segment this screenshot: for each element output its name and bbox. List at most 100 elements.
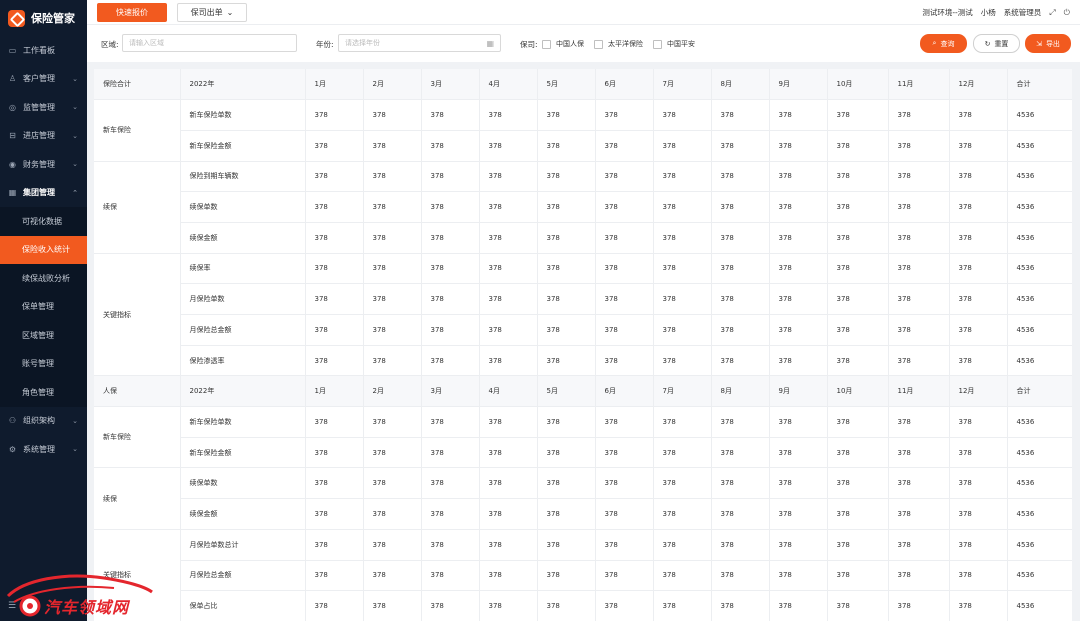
- cell-value: 378: [595, 191, 654, 223]
- cell-value: 378: [363, 191, 422, 223]
- cell-value: 378: [888, 529, 950, 561]
- cell-value: 378: [421, 253, 480, 285]
- sidebar-item-org[interactable]: ⚇ 组织架构 ⌄: [0, 407, 87, 436]
- cell-value: 378: [537, 345, 596, 377]
- cell-total: 4536: [1007, 467, 1072, 500]
- metric-label: 续保单数: [180, 467, 306, 500]
- month-header: 12月: [949, 375, 1008, 408]
- cell-total: 4536: [1007, 283, 1072, 315]
- cell-value: 378: [653, 406, 712, 438]
- metric-label: 月保险总金额: [180, 314, 306, 346]
- sidebar-subitem[interactable]: 保单管理: [0, 292, 87, 321]
- cell-value: 378: [949, 498, 1008, 530]
- quick-quote-button[interactable]: 快速报价: [97, 3, 167, 22]
- cell-value: 378: [827, 130, 889, 162]
- cell-value: 378: [595, 498, 654, 530]
- month-header: 9月: [769, 375, 828, 408]
- cell-value: 378: [769, 130, 828, 162]
- logout-icon[interactable]: ⏻: [1064, 8, 1070, 18]
- region-input[interactable]: 请输入区域: [122, 34, 297, 52]
- sidebar-subitem[interactable]: 角色管理: [0, 378, 87, 407]
- export-button[interactable]: ⇲ 导出: [1025, 34, 1071, 53]
- sidebar-subitem[interactable]: 保险收入统计: [0, 235, 87, 264]
- app-logo[interactable]: 保险管家: [0, 0, 87, 36]
- sidebar-item-group[interactable]: ▦ 集团管理 ⌃: [0, 179, 87, 208]
- cell-value: 378: [305, 161, 364, 193]
- policy-issue-dropdown[interactable]: 保司出单 ⌄: [177, 3, 247, 22]
- sidebar-item-customer[interactable]: ♙ 客户管理 ⌄: [0, 65, 87, 94]
- cell-value: 378: [949, 590, 1008, 621]
- cell-value: 378: [595, 590, 654, 621]
- sidebar-item-store[interactable]: ⊟ 进店管理 ⌄: [0, 122, 87, 151]
- metric-label: 月保险单数总计: [180, 529, 306, 561]
- reset-button[interactable]: ↻ 重置: [973, 34, 1020, 53]
- cell-value: 378: [421, 345, 480, 377]
- month-header: 合计: [1007, 69, 1072, 101]
- cell-value: 378: [653, 467, 712, 500]
- cell-value: 378: [711, 345, 770, 377]
- sidebar-item-finance[interactable]: ◉ 财务管理 ⌄: [0, 150, 87, 179]
- year-picker[interactable]: 请选择年份 ▦: [338, 34, 501, 52]
- cell-value: 378: [769, 437, 828, 469]
- sidebar-subitem[interactable]: 可视化数据: [0, 207, 87, 236]
- sidebar-subitem[interactable]: 账号管理: [0, 349, 87, 378]
- cell-value: 378: [827, 498, 889, 530]
- cell-value: 378: [479, 345, 538, 377]
- sidebar-item-label: 进店管理: [23, 131, 55, 141]
- group-label: 续保: [94, 467, 181, 530]
- query-button[interactable]: ⌕ 查询: [920, 34, 967, 53]
- table-row: 续保 续保单数 378 378 378 378 378 378 378 378 378 378 378 3…: [94, 467, 1072, 530]
- month-header: 3月: [421, 69, 480, 101]
- month-header: 2月: [363, 69, 422, 101]
- sidebar-item-monitor[interactable]: ◎ 监管管理 ⌄: [0, 93, 87, 122]
- cell-value: 378: [595, 253, 654, 285]
- cell-value: 378: [827, 283, 889, 315]
- cell-value: 378: [305, 467, 364, 500]
- cell-value: 378: [479, 437, 538, 469]
- cell-value: 378: [537, 99, 596, 131]
- cell-value: 378: [305, 529, 364, 561]
- metric-label: 续保金额: [180, 498, 306, 530]
- cell-value: 378: [653, 529, 712, 561]
- cell-value: 378: [711, 560, 770, 592]
- user-name[interactable]: 小杨: [981, 7, 996, 18]
- table-row: 月保险总金额 378 378 378 378 378 378 378 378 378 378 378 3…: [94, 560, 1072, 592]
- cell-value: 378: [479, 283, 538, 315]
- cell-value: 378: [827, 99, 889, 131]
- sidebar-subitem[interactable]: 续保战败分析: [0, 264, 87, 293]
- cell-value: 378: [421, 130, 480, 162]
- cell-total: 4536: [1007, 222, 1072, 254]
- cell-value: 378: [595, 222, 654, 254]
- cell-value: 378: [949, 283, 1008, 315]
- fullscreen-icon[interactable]: ⤢: [1049, 8, 1055, 18]
- cell-value: 378: [711, 161, 770, 193]
- sidebar-item-system[interactable]: ⚙ 系统管理 ⌄: [0, 435, 87, 464]
- cell-value: 378: [711, 314, 770, 346]
- cell-value: 378: [595, 345, 654, 377]
- chevron-down-icon: ⌄: [72, 131, 78, 140]
- cell-value: 378: [827, 191, 889, 223]
- cell-value: 378: [949, 222, 1008, 254]
- cell-value: 378: [595, 130, 654, 162]
- metric-label: 新车保险金额: [180, 130, 306, 162]
- watermark-logo: 汽车领域网: [4, 566, 154, 621]
- sidebar-item-label: 集团管理: [23, 188, 55, 198]
- cell-value: 378: [537, 560, 596, 592]
- sidebar-item-dashboard[interactable]: ▭ 工作看板: [0, 36, 87, 65]
- month-header: 2月: [363, 375, 422, 408]
- section-year: 2022年: [180, 69, 306, 101]
- cell-value: 378: [479, 560, 538, 592]
- sidebar-subitem[interactable]: 区域管理: [0, 321, 87, 350]
- insurer-checkbox-picc[interactable]: 中国人保: [542, 39, 584, 49]
- cell-value: 378: [479, 161, 538, 193]
- insurer-checkbox-pingan[interactable]: 中国平安: [653, 39, 695, 49]
- cell-value: 378: [305, 99, 364, 131]
- cell-value: 378: [711, 590, 770, 621]
- sidebar-item-label: 监管管理: [23, 102, 55, 112]
- insurer-checkbox-cpic[interactable]: 太平洋保险: [594, 39, 643, 49]
- table-header-row: 保险合计 2022年 1月 2月 3月 4月 5月 6月 7月 8月 9月 10月 11月 12月 合计: [94, 69, 1072, 101]
- cell-value: 378: [827, 222, 889, 254]
- cell-value: 378: [711, 406, 770, 438]
- coin-icon: ◉: [9, 159, 16, 169]
- cell-value: 378: [888, 590, 950, 621]
